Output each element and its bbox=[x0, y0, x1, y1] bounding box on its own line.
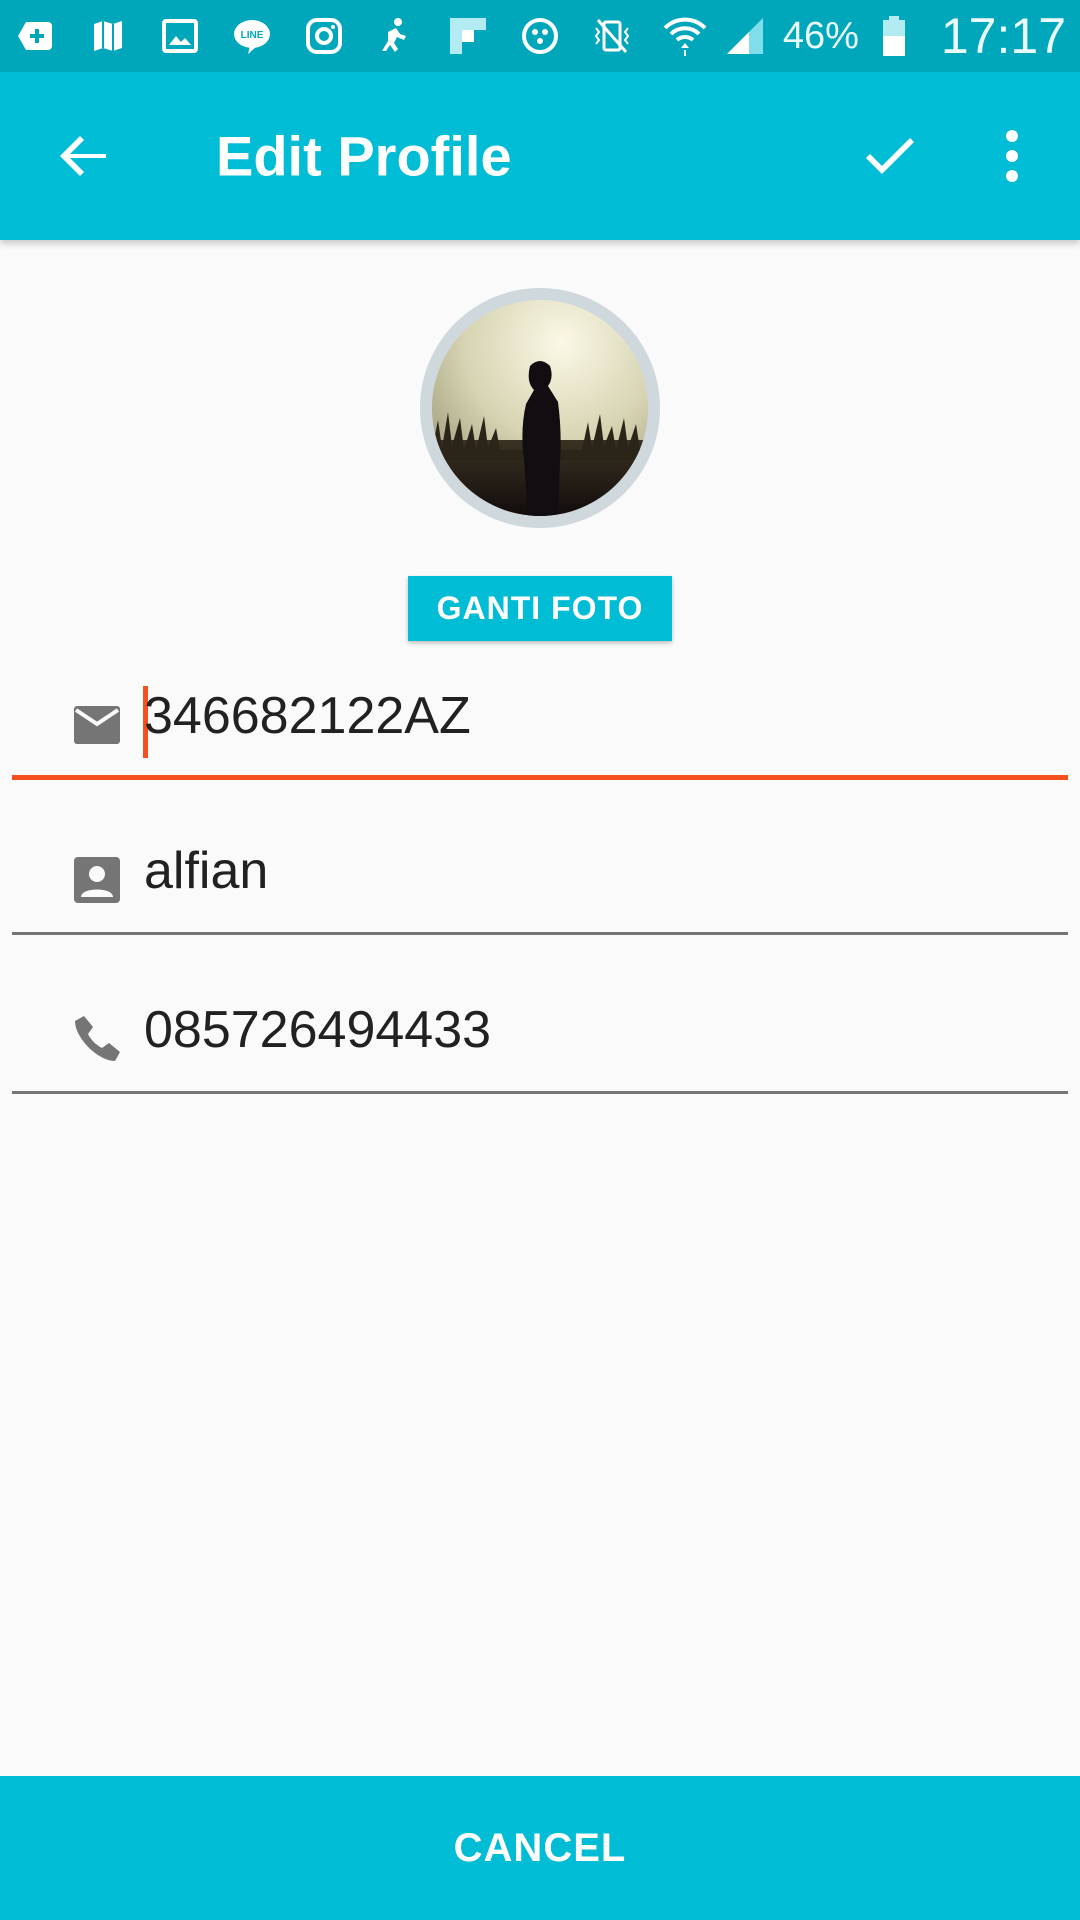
check-icon[interactable] bbox=[858, 124, 922, 188]
instagram-icon bbox=[302, 14, 346, 58]
svg-text:LINE: LINE bbox=[241, 30, 264, 41]
status-system-icons: 46% 17:17 bbox=[663, 7, 1066, 65]
email-underline bbox=[12, 775, 1068, 780]
battery-percent: 46% bbox=[782, 14, 859, 57]
email-value: 346682122AZ bbox=[144, 687, 471, 745]
status-notification-icons: LINE bbox=[14, 14, 634, 58]
battery-icon bbox=[875, 14, 919, 58]
clock: 17:17 bbox=[940, 8, 1066, 64]
email-field[interactable]: 346682122AZ bbox=[12, 660, 1068, 780]
phone-underline bbox=[12, 1091, 1068, 1094]
line-icon: LINE bbox=[230, 14, 274, 58]
phone-field[interactable]: 085726494433 bbox=[12, 974, 1068, 1094]
flipboard-icon bbox=[446, 14, 490, 58]
phone-icon bbox=[70, 1012, 124, 1066]
name-value: alfian bbox=[144, 842, 269, 900]
vibrate-mute-icon bbox=[590, 14, 634, 58]
more-vert-icon[interactable] bbox=[990, 124, 1034, 188]
app-bar: Edit Profile bbox=[0, 72, 1080, 240]
page-title: Edit Profile bbox=[216, 124, 512, 188]
person-icon bbox=[70, 853, 124, 907]
avatar-photo bbox=[432, 300, 648, 516]
image-icon bbox=[158, 14, 202, 58]
avatar[interactable] bbox=[420, 288, 660, 528]
name-underline bbox=[12, 932, 1068, 935]
cancel-button[interactable]: CANCEL bbox=[0, 1776, 1080, 1920]
name-field[interactable]: alfian bbox=[12, 815, 1068, 935]
arrow-back-icon[interactable] bbox=[52, 124, 116, 188]
edit-profile-screen: LINE 46% 17:17 Edit Profile GANTI FOTO 3… bbox=[0, 0, 1080, 1920]
phone-value: 085726494433 bbox=[144, 1001, 492, 1059]
signal-icon bbox=[723, 14, 767, 58]
add-box-icon bbox=[14, 14, 58, 58]
status-bar: LINE 46% 17:17 bbox=[0, 0, 1080, 72]
change-photo-button[interactable]: GANTI FOTO bbox=[408, 576, 672, 641]
email-icon bbox=[70, 698, 124, 752]
accessibility-icon bbox=[374, 14, 418, 58]
wifi-icon bbox=[663, 14, 707, 58]
map-icon bbox=[86, 14, 130, 58]
dots-icon bbox=[518, 14, 562, 58]
